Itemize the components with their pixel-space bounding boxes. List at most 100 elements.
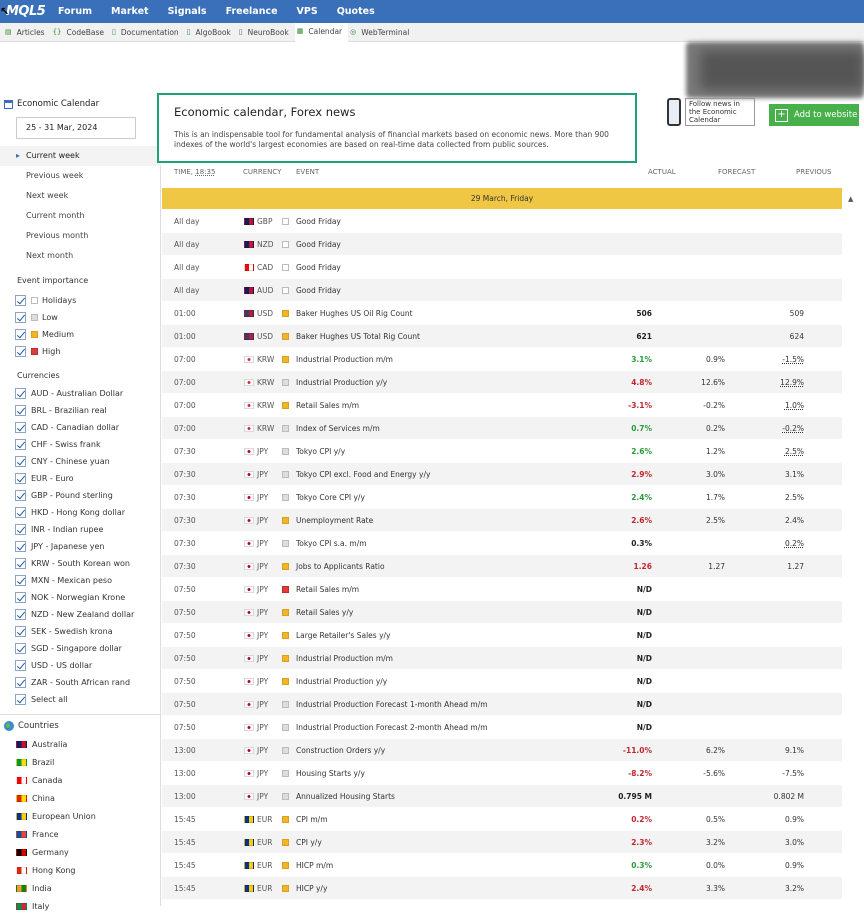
period-current-week[interactable]: ▸ Current week — [0, 146, 161, 166]
event-name[interactable]: Industrial Production m/m — [296, 647, 393, 670]
event-name[interactable]: Unemployment Rate — [296, 509, 373, 532]
event-name[interactable]: Industrial Production y/y — [296, 371, 387, 394]
checkbox[interactable] — [15, 660, 26, 671]
nav-vps[interactable]: VPS — [297, 6, 318, 17]
event-name[interactable]: Construction Orders y/y — [296, 739, 385, 762]
period-next-week[interactable]: Next week — [0, 186, 161, 206]
subnav-webterminal[interactable]: ◎ WebTerminal — [348, 23, 415, 42]
period-current-month[interactable]: Current month — [0, 206, 161, 226]
event-name[interactable]: Retail Sales m/m — [296, 578, 359, 601]
select-all[interactable]: Select all — [15, 691, 161, 708]
checkbox[interactable] — [15, 541, 26, 552]
event-name[interactable]: Retail Sales y/y — [296, 601, 353, 624]
checkbox[interactable] — [15, 575, 26, 586]
event-name[interactable]: Large Retailer's Sales y/y — [296, 624, 390, 647]
event-name[interactable]: Tokyo CPI excl. Food and Energy y/y — [296, 463, 430, 486]
currency-item[interactable]: SGD - Singapore dollar — [15, 640, 161, 657]
event-name[interactable]: HICP y/y — [296, 877, 327, 900]
table-row[interactable]: 15:45 EUR CPI y/y 2.3% 3.2% 3.0% — [162, 831, 842, 854]
checkbox[interactable] — [15, 558, 26, 569]
table-row[interactable]: 13:00 JPY Construction Orders y/y -11.0% 6.2… — [162, 739, 842, 762]
country-item[interactable]: European Union — [16, 807, 156, 825]
checkbox[interactable] — [15, 295, 26, 306]
event-name[interactable]: HICP m/m — [296, 854, 333, 877]
table-row[interactable]: 07:30 JPY Tokyo Core CPI y/y 2.4% 1.7% 2.5% — [162, 486, 842, 509]
event-name[interactable]: Industrial Production Forecast 1-month A… — [296, 693, 488, 716]
subnav-articles[interactable]: ▤ Articles — [3, 23, 51, 42]
currency-item[interactable]: ZAR - South African rand — [15, 674, 161, 691]
table-row[interactable]: 07:50 JPY Large Retailer's Sales y/y N/D — [162, 624, 842, 647]
checkbox[interactable] — [15, 677, 26, 688]
currency-item[interactable]: CAD - Canadian dollar — [15, 419, 161, 436]
table-row[interactable]: 07:50 JPY Industrial Production y/y N/D — [162, 670, 842, 693]
currency-item[interactable]: USD - US dollar — [15, 657, 161, 674]
table-row[interactable]: 07:30 JPY Unemployment Rate 2.6% 2.5% 2.4% — [162, 509, 842, 532]
subnav-algobook[interactable]: ▯ AlgoBook — [185, 23, 237, 42]
country-item[interactable]: Canada — [16, 771, 156, 789]
event-name[interactable]: CPI m/m — [296, 808, 328, 831]
currency-item[interactable]: HKD - Hong Kong dollar — [15, 504, 161, 521]
currency-item[interactable]: BRL - Brazilian real — [15, 402, 161, 419]
table-row[interactable]: 13:00 JPY Housing Starts y/y -8.2% -5.6% -7.5… — [162, 762, 842, 785]
event-name[interactable]: Industrial Production Forecast 2-month A… — [296, 716, 488, 739]
currency-item[interactable]: CNY - Chinese yuan — [15, 453, 161, 470]
checkbox[interactable] — [15, 405, 26, 416]
event-name[interactable]: Tokyo CPI y/y — [296, 440, 345, 463]
checkbox[interactable] — [15, 329, 26, 340]
importance-high[interactable]: High — [15, 343, 161, 360]
event-name[interactable]: Good Friday — [296, 279, 341, 302]
checkbox[interactable] — [15, 388, 26, 399]
currency-item[interactable]: CHF - Swiss frank — [15, 436, 161, 453]
table-row[interactable]: 01:00 USD Baker Hughes US Oil Rig Count 506… — [162, 302, 842, 325]
importance-holidays[interactable]: Holidays — [15, 292, 161, 309]
event-name[interactable]: Housing Starts y/y — [296, 762, 365, 785]
table-row[interactable]: 07:50 JPY Industrial Production Forecast 2… — [162, 716, 842, 739]
table-row[interactable]: All day CAD Good Friday — [162, 256, 842, 279]
checkbox[interactable] — [15, 473, 26, 484]
event-name[interactable]: Tokyo CPI s.a. m/m — [296, 532, 367, 555]
currency-item[interactable]: NZD - New Zealand dollar — [15, 606, 161, 623]
event-name[interactable]: Jobs to Applicants Ratio — [296, 555, 385, 578]
importance-medium[interactable]: Medium — [15, 326, 161, 343]
checkbox[interactable] — [15, 456, 26, 467]
currency-item[interactable]: NOK - Norwegian Krone — [15, 589, 161, 606]
table-row[interactable]: 15:45 EUR HICP m/m 0.3% 0.0% 0.9% — [162, 854, 842, 877]
table-row[interactable]: 07:00 KRW Retail Sales m/m -3.1% -0.2% 1.0% — [162, 394, 842, 417]
nav-market[interactable]: Market — [111, 6, 149, 17]
checkbox[interactable] — [15, 312, 26, 323]
table-row[interactable]: 07:00 KRW Industrial Production y/y 4.8% 12.… — [162, 371, 842, 394]
table-row[interactable]: 07:30 JPY Tokyo CPI y/y 2.6% 1.2% 2.5% — [162, 440, 842, 463]
currency-item[interactable]: SEK - Swedish krona — [15, 623, 161, 640]
date-range-input[interactable]: 25 - 31 Mar, 2024 — [16, 117, 136, 139]
table-row[interactable]: 07:30 JPY Tokyo CPI s.a. m/m 0.3% 0.2% — [162, 532, 842, 555]
currency-item[interactable]: INR - Indian rupee — [15, 521, 161, 538]
checkbox[interactable] — [15, 490, 26, 501]
table-row[interactable]: All day NZD Good Friday — [162, 233, 842, 256]
country-item[interactable]: India — [16, 879, 156, 897]
checkbox[interactable] — [15, 609, 26, 620]
subnav-calendar[interactable]: ▦ Calendar — [294, 22, 349, 42]
event-name[interactable]: Good Friday — [296, 256, 341, 279]
country-item[interactable]: France — [16, 825, 156, 843]
checkbox[interactable] — [15, 592, 26, 603]
mql5-logo[interactable]: ↖ MQL5 — [0, 0, 58, 23]
table-row[interactable]: 07:50 JPY Retail Sales y/y N/D — [162, 601, 842, 624]
country-item[interactable]: Italy — [16, 897, 156, 915]
period-previous-week[interactable]: Previous week — [0, 166, 161, 186]
period-previous-month[interactable]: Previous month — [0, 226, 161, 246]
table-row[interactable]: 15:45 EUR HICP y/y 2.4% 3.3% 3.2% — [162, 877, 842, 900]
subnav-documentation[interactable]: ▯ Documentation — [110, 23, 185, 42]
checkbox[interactable] — [15, 694, 26, 705]
currency-item[interactable]: EUR - Euro — [15, 470, 161, 487]
table-row[interactable]: 07:50 JPY Industrial Production m/m N/D — [162, 647, 842, 670]
event-name[interactable]: Baker Hughes US Oil Rig Count — [296, 302, 413, 325]
add-to-website-button[interactable]: + Add to website — [769, 104, 859, 126]
checkbox[interactable] — [15, 626, 26, 637]
event-name[interactable]: Annualized Housing Starts — [296, 785, 395, 808]
importance-low[interactable]: Low — [15, 309, 161, 326]
country-item[interactable]: China — [16, 789, 156, 807]
country-item[interactable]: Germany — [16, 843, 156, 861]
checkbox[interactable] — [15, 422, 26, 433]
event-name[interactable]: CPI y/y — [296, 831, 322, 854]
currency-item[interactable]: KRW - South Korean won — [15, 555, 161, 572]
